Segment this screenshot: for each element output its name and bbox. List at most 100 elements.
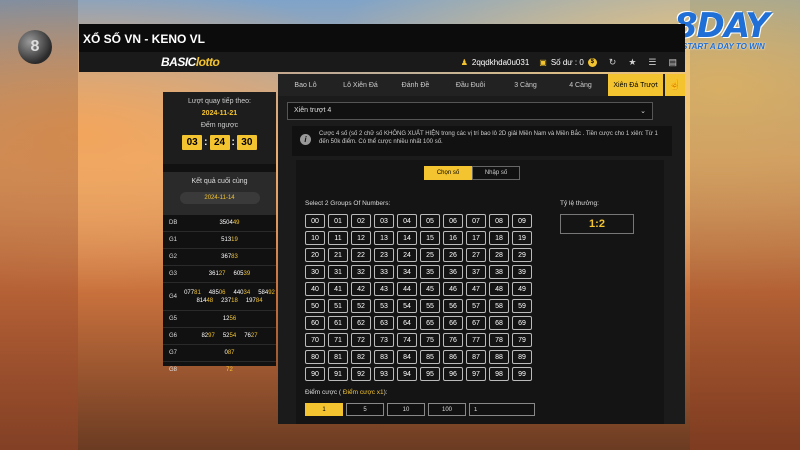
tab-6[interactable]: Xiên Đá Trượt [608, 74, 663, 96]
number-cell[interactable]: 52 [351, 299, 371, 313]
number-cell[interactable]: 30 [305, 265, 325, 279]
tab-2[interactable]: Đánh Đề [388, 74, 443, 96]
number-cell[interactable]: 60 [305, 316, 325, 330]
number-cell[interactable]: 36 [443, 265, 463, 279]
number-cell[interactable]: 15 [420, 231, 440, 245]
number-cell[interactable]: 34 [397, 265, 417, 279]
number-cell[interactable]: 13 [374, 231, 394, 245]
number-cell[interactable]: 03 [374, 214, 394, 228]
bet-option-button[interactable]: 5 [346, 403, 384, 416]
number-cell[interactable]: 79 [512, 333, 532, 347]
number-cell[interactable]: 95 [420, 367, 440, 381]
number-cell[interactable]: 41 [328, 282, 348, 296]
number-cell[interactable]: 31 [328, 265, 348, 279]
number-cell[interactable]: 19 [512, 231, 532, 245]
number-cell[interactable]: 10 [305, 231, 325, 245]
number-cell[interactable]: 28 [489, 248, 509, 262]
number-cell[interactable]: 77 [466, 333, 486, 347]
number-cell[interactable]: 70 [305, 333, 325, 347]
number-cell[interactable]: 39 [512, 265, 532, 279]
number-cell[interactable]: 29 [512, 248, 532, 262]
trophy-icon[interactable]: ★ [628, 57, 636, 68]
bet-option-button[interactable]: 10 [387, 403, 425, 416]
number-cell[interactable]: 51 [328, 299, 348, 313]
bet-option-button[interactable]: 100 [428, 403, 466, 416]
number-cell[interactable]: 87 [466, 350, 486, 364]
number-cell[interactable]: 61 [328, 316, 348, 330]
number-cell[interactable]: 20 [305, 248, 325, 262]
number-cell[interactable]: 57 [466, 299, 486, 313]
number-cell[interactable]: 84 [397, 350, 417, 364]
tab-0[interactable]: Bao Lô [278, 74, 333, 96]
refresh-icon[interactable]: ↻ [609, 57, 617, 68]
number-cell[interactable]: 67 [466, 316, 486, 330]
number-cell[interactable]: 12 [351, 231, 371, 245]
number-cell[interactable]: 93 [374, 367, 394, 381]
number-cell[interactable]: 97 [466, 367, 486, 381]
number-cell[interactable]: 83 [374, 350, 394, 364]
tab-5[interactable]: 4 Càng [553, 74, 608, 96]
number-cell[interactable]: 26 [443, 248, 463, 262]
number-cell[interactable]: 58 [489, 299, 509, 313]
number-cell[interactable]: 99 [512, 367, 532, 381]
number-cell[interactable]: 85 [420, 350, 440, 364]
number-cell[interactable]: 82 [351, 350, 371, 364]
number-cell[interactable]: 04 [397, 214, 417, 228]
number-cell[interactable]: 32 [351, 265, 371, 279]
number-cell[interactable]: 33 [374, 265, 394, 279]
number-cell[interactable]: 35 [420, 265, 440, 279]
number-cell[interactable]: 98 [489, 367, 509, 381]
username[interactable]: 2qqdkhda0u031 [472, 58, 529, 67]
number-cell[interactable]: 05 [420, 214, 440, 228]
number-cell[interactable]: 02 [351, 214, 371, 228]
number-cell[interactable]: 73 [374, 333, 394, 347]
input-number-button[interactable]: Nhập số [472, 166, 520, 180]
history-icon[interactable]: ☰ [648, 57, 656, 68]
number-cell[interactable]: 68 [489, 316, 509, 330]
last-result-date[interactable]: 2024-11-14 [179, 192, 260, 204]
number-cell[interactable]: 86 [443, 350, 463, 364]
number-cell[interactable]: 72 [351, 333, 371, 347]
number-cell[interactable]: 43 [374, 282, 394, 296]
number-cell[interactable]: 69 [512, 316, 532, 330]
bet-variant-select[interactable]: Xiên trượt 4 ⌄ [287, 102, 653, 120]
number-cell[interactable]: 00 [305, 214, 325, 228]
number-cell[interactable]: 64 [397, 316, 417, 330]
number-cell[interactable]: 78 [489, 333, 509, 347]
number-cell[interactable]: 66 [443, 316, 463, 330]
number-cell[interactable]: 11 [328, 231, 348, 245]
number-cell[interactable]: 06 [443, 214, 463, 228]
number-cell[interactable]: 75 [420, 333, 440, 347]
number-cell[interactable]: 45 [420, 282, 440, 296]
number-cell[interactable]: 24 [397, 248, 417, 262]
number-cell[interactable]: 46 [443, 282, 463, 296]
number-cell[interactable]: 94 [397, 367, 417, 381]
bet-amount-input[interactable] [469, 403, 535, 416]
number-cell[interactable]: 38 [489, 265, 509, 279]
number-cell[interactable]: 81 [328, 350, 348, 364]
number-cell[interactable]: 47 [466, 282, 486, 296]
tab-4[interactable]: 3 Càng [498, 74, 553, 96]
number-cell[interactable]: 71 [328, 333, 348, 347]
bet-option-button[interactable]: 1 [305, 403, 343, 416]
number-cell[interactable]: 09 [512, 214, 532, 228]
tab-1[interactable]: Lô Xiên Đá [333, 74, 388, 96]
number-cell[interactable]: 01 [328, 214, 348, 228]
number-cell[interactable]: 44 [397, 282, 417, 296]
number-cell[interactable]: 80 [305, 350, 325, 364]
choose-number-button[interactable]: Chọn số [424, 166, 472, 180]
number-cell[interactable]: 63 [374, 316, 394, 330]
basiclotto-logo[interactable]: BASIClotto [161, 55, 220, 69]
number-cell[interactable]: 92 [351, 367, 371, 381]
number-cell[interactable]: 18 [489, 231, 509, 245]
number-cell[interactable]: 42 [351, 282, 371, 296]
number-cell[interactable]: 37 [466, 265, 486, 279]
number-cell[interactable]: 89 [512, 350, 532, 364]
number-cell[interactable]: 76 [443, 333, 463, 347]
document-icon[interactable]: ▤ [668, 57, 677, 68]
number-cell[interactable]: 07 [466, 214, 486, 228]
number-cell[interactable]: 54 [397, 299, 417, 313]
number-cell[interactable]: 22 [351, 248, 371, 262]
number-cell[interactable]: 25 [420, 248, 440, 262]
number-cell[interactable]: 88 [489, 350, 509, 364]
